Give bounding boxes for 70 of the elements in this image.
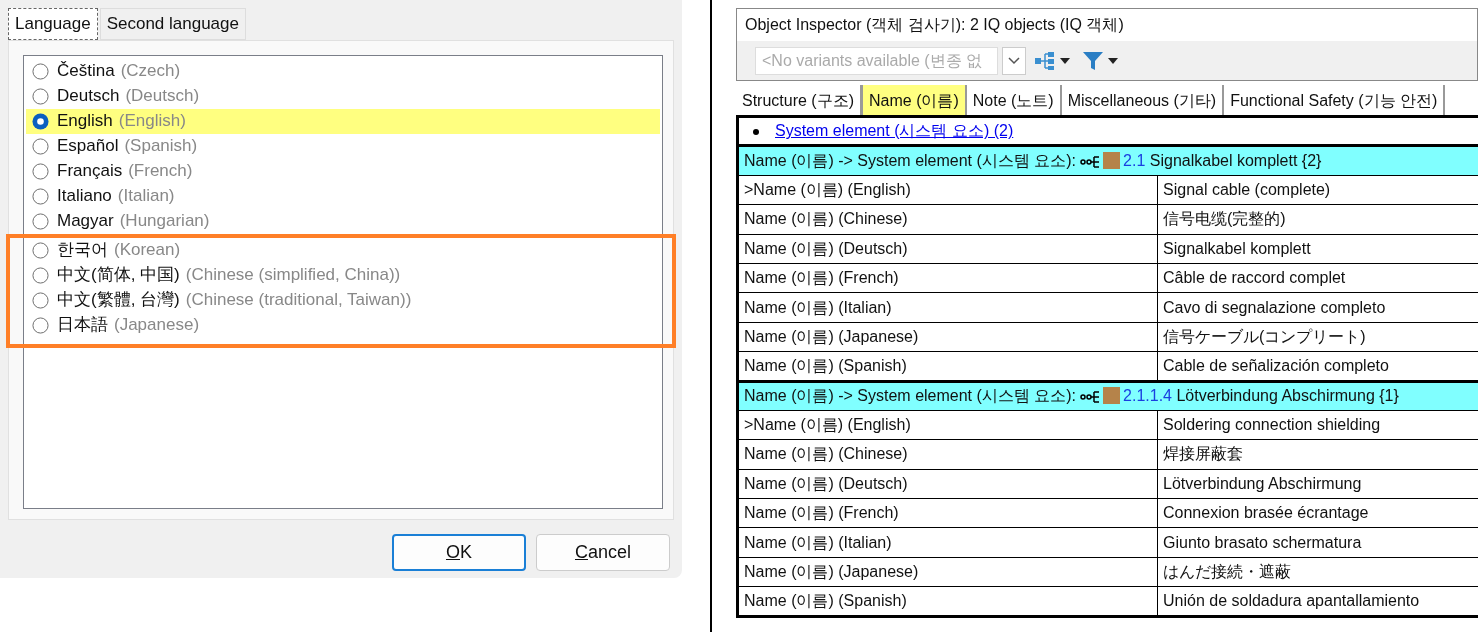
language-name: 中文(繁體, 台灣): [57, 289, 180, 312]
language-name: 한국어: [57, 239, 108, 262]
language-name: Čeština: [57, 60, 115, 83]
radio-button[interactable]: [32, 187, 49, 205]
tab[interactable]: Note (노트): [966, 85, 1062, 115]
language-name: Español: [57, 135, 119, 158]
item-title: Lötverbindung Abschirmung {1}: [1176, 387, 1399, 405]
window-title: Object Inspector (객체 검사기): 2 IQ objects (IQ 객체): [736, 8, 1478, 41]
ok-button[interactable]: OK: [392, 533, 526, 571]
language-name: Deutsch: [57, 85, 120, 108]
table-cell: Name (이름) (Italian): [737, 527, 1158, 558]
tab[interactable]: Miscellaneous (기타): [1061, 85, 1225, 115]
table-cell: Name (이름) (Italian): [737, 292, 1158, 323]
tab[interactable]: Functional Safety (기능 안전): [1224, 85, 1446, 115]
radio-button[interactable]: [32, 112, 49, 130]
filter-icon[interactable]: [1082, 50, 1104, 71]
cancel-button[interactable]: Cancel: [536, 533, 670, 571]
radio-button[interactable]: [32, 62, 49, 80]
radio-button[interactable]: [32, 212, 49, 230]
dropdown-button[interactable]: [1002, 46, 1026, 75]
radio-button[interactable]: [32, 291, 49, 309]
caret-icon: [1008, 56, 1020, 65]
language-english-name: (Deutsch): [125, 85, 200, 108]
radio-button[interactable]: [32, 266, 49, 284]
structure-icon: [1080, 389, 1101, 404]
radio-button[interactable]: [32, 241, 49, 259]
table-cell: Name (이름) (French): [737, 498, 1158, 528]
item-title: Signalkabel komplett {2}: [1149, 152, 1322, 170]
item-number: 2.1.1.4: [1123, 387, 1172, 405]
language-name: 中文(简体, 中国): [57, 264, 180, 287]
tab[interactable]: Name (이름): [862, 85, 967, 115]
tab[interactable]: Language: [8, 8, 98, 40]
table-cell: Name (이름) (Japanese): [737, 557, 1158, 587]
table-cell: >Name (이름) (English): [737, 410, 1158, 440]
language-english-name: (Chinese (traditional, Taiwan)): [185, 289, 412, 312]
language-english-name: (Spanish): [124, 135, 198, 158]
radio-button[interactable]: [32, 162, 49, 180]
structure-icon: [1080, 154, 1101, 169]
caret-icon[interactable]: [1060, 57, 1070, 64]
table-cell: Name (이름) (Japanese): [737, 322, 1158, 352]
table-cell: Name (이름) (Chinese): [737, 439, 1158, 470]
table-cell: Name (이름) (Chinese): [737, 204, 1158, 235]
selected-row-highlight[interactable]: English (English): [26, 108, 660, 134]
header-label: Name (이름) -> System element (시스템 요소):: [744, 152, 1077, 170]
radio-button[interactable]: [32, 137, 49, 155]
table-cell: >Name (이름) (English): [737, 175, 1158, 205]
radio-button[interactable]: [32, 316, 49, 334]
language-english-name: (Japanese): [114, 314, 200, 337]
link[interactable]: System element (시스템 요소) (2): [775, 122, 1014, 140]
header-label: Name (이름) -> System element (시스템 요소):: [744, 387, 1077, 405]
language-english-name: (French): [128, 160, 193, 183]
table-cell: Name (이름) (French): [737, 263, 1158, 293]
language-english-name: (English): [118, 110, 186, 133]
language-english-name: (Hungarian): [119, 210, 210, 233]
item-number: 2.1: [1123, 152, 1146, 170]
tab[interactable]: Second language: [99, 8, 246, 40]
language-name: 日本語: [57, 314, 108, 337]
language-english-name: (Italian): [117, 185, 175, 208]
table-cell: Name (이름) (Deutsch): [737, 469, 1158, 499]
caret-icon[interactable]: [1108, 57, 1118, 64]
bullet-icon: [753, 128, 759, 135]
table-cell: Name (이름) (Deutsch): [737, 234, 1158, 264]
language-name: English: [57, 110, 113, 133]
language-english-name: (Chinese (simplified, China)): [185, 264, 401, 287]
language-english-name: (Czech): [120, 60, 181, 83]
language-english-name: (Korean): [114, 239, 181, 262]
language-name: Français: [57, 160, 123, 183]
language-name: Magyar: [57, 210, 114, 233]
language-name: Italiano: [57, 185, 112, 208]
radio-button[interactable]: [32, 87, 49, 105]
